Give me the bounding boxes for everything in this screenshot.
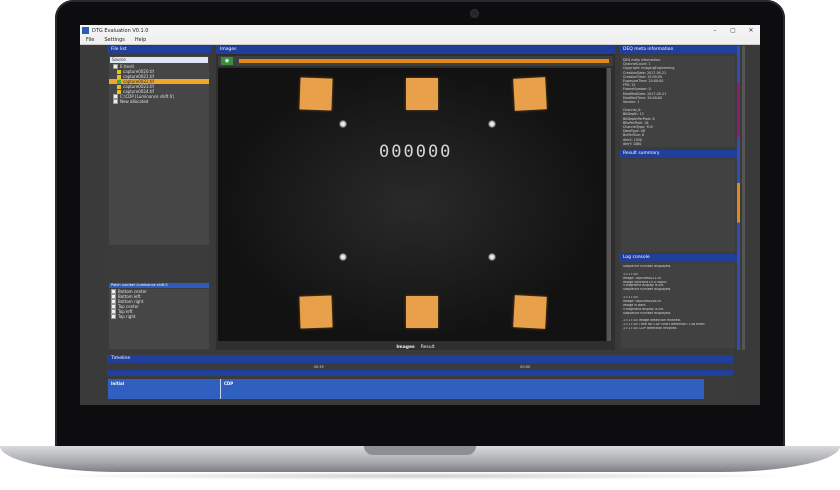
file-status-icon[interactable] <box>117 89 121 94</box>
images-title: Images <box>216 46 615 54</box>
patch-list: Bottom center Bottom left Bottom right Top … <box>109 289 209 349</box>
title-bar: DTG Evaluation V0.1.0 – ▢ ✕ <box>80 25 760 36</box>
image-viewer[interactable]: 000000 <box>218 68 606 341</box>
app-window: DTG Evaluation V0.1.0 – ▢ ✕ File Setting… <box>80 25 760 405</box>
result-summary <box>621 159 735 252</box>
laptop-notch <box>364 446 476 455</box>
window-title: DTG Evaluation V0.1.0 <box>92 27 149 34</box>
light-top-right <box>488 120 496 128</box>
menu-bar: File Settings Help <box>80 36 760 45</box>
light-top-left <box>339 120 347 128</box>
image-toolbar: ◉ <box>218 56 613 66</box>
patch-bottom-left <box>299 295 333 329</box>
timeline-tick-label: 00:00 <box>520 365 531 369</box>
camera-icon <box>471 10 478 17</box>
tab-images[interactable]: Images <box>396 344 414 352</box>
light-bottom-right <box>488 253 496 261</box>
menu-settings[interactable]: Settings <box>104 37 125 43</box>
patch-top-left <box>299 77 333 111</box>
tree-list: E:\test\ capture0020.tif capture0021.tif ca… <box>109 64 209 104</box>
meta-text: DEQ meta information: ChannelCount: 1 Copy… <box>621 56 735 147</box>
light-bottom-left <box>339 253 347 261</box>
laptop-shadow <box>40 472 800 480</box>
segment-cdp[interactable]: CDP <box>224 381 233 386</box>
meta-line: dimY: 1080 <box>623 141 642 146</box>
file-list-title: File list <box>107 46 211 54</box>
minimize-button[interactable]: – <box>706 25 724 36</box>
tab-result[interactable]: Result <box>421 344 435 352</box>
meta-title: DEQ meta information <box>619 46 737 54</box>
timeline-track[interactable]: Initial CDP <box>108 379 704 399</box>
file-status-icon[interactable] <box>117 84 121 89</box>
patch-item[interactable]: Top right <box>109 314 209 319</box>
patch-header: Patch number Luminance shift 0 <box>109 283 209 288</box>
log-console: Sequence number displayed. 17:17:05 Image:… <box>621 263 735 348</box>
meta-panel: DEQ meta information DEQ meta informatio… <box>619 46 737 350</box>
maximize-button[interactable]: ▢ <box>724 25 742 36</box>
image-scrollbar[interactable] <box>607 68 611 341</box>
frame-slider[interactable] <box>239 59 609 63</box>
view-tabs: Images Result <box>216 344 615 352</box>
images-panel: Images ◉ 000000 Images Result <box>216 46 615 350</box>
patch-label: Top right <box>118 314 136 319</box>
log-title: Log console <box>619 254 737 262</box>
close-button[interactable]: ✕ <box>742 25 760 36</box>
file-tree: Source E:\test\ capture0020.tif capture002… <box>109 56 209 245</box>
menu-help[interactable]: Help <box>135 37 146 43</box>
app-icon <box>82 27 89 34</box>
file-tree-label: New allocated <box>120 99 149 104</box>
segment-divider <box>220 379 221 399</box>
source-dropdown[interactable]: Source <box>110 57 208 63</box>
file-status-icon[interactable] <box>117 79 121 84</box>
menu-file[interactable]: File <box>86 37 94 43</box>
timeline-ruler[interactable]: 00:35 00:00 <box>107 365 733 376</box>
checkbox-icon[interactable] <box>113 64 118 69</box>
right-scrollbar[interactable] <box>742 46 745 350</box>
checkbox-icon[interactable] <box>113 99 118 104</box>
patch-bottom-center <box>406 296 438 328</box>
patch-top-right <box>513 77 547 111</box>
patch-bottom-right <box>513 295 547 329</box>
window-controls: – ▢ ✕ <box>706 25 760 36</box>
file-tree-item[interactable]: New allocated <box>109 99 209 104</box>
summary-title: Result summary <box>619 150 737 158</box>
timeline-tick-label: 00:35 <box>313 365 324 369</box>
patch-items: Bottom center Bottom left Bottom right Top … <box>109 289 209 319</box>
patch-top-center <box>406 78 438 110</box>
segment-initial[interactable]: Initial <box>111 381 124 386</box>
file-list-panel: File list Source E:\test\ capture0020.tif… <box>107 46 211 366</box>
timeline-panel: Timeline 00:35 00:00 Initial CDP <box>107 355 733 403</box>
sequence-counter: 000000 <box>379 142 453 162</box>
eye-icon[interactable]: ◉ <box>221 57 233 65</box>
file-status-icon[interactable] <box>117 69 121 74</box>
log-line: 17:17:05 CDP detection finished. <box>623 327 678 331</box>
checkbox-icon[interactable] <box>111 314 116 319</box>
file-status-icon[interactable] <box>117 74 121 79</box>
color-strip <box>737 46 740 350</box>
timeline-title: Timeline <box>107 355 733 363</box>
